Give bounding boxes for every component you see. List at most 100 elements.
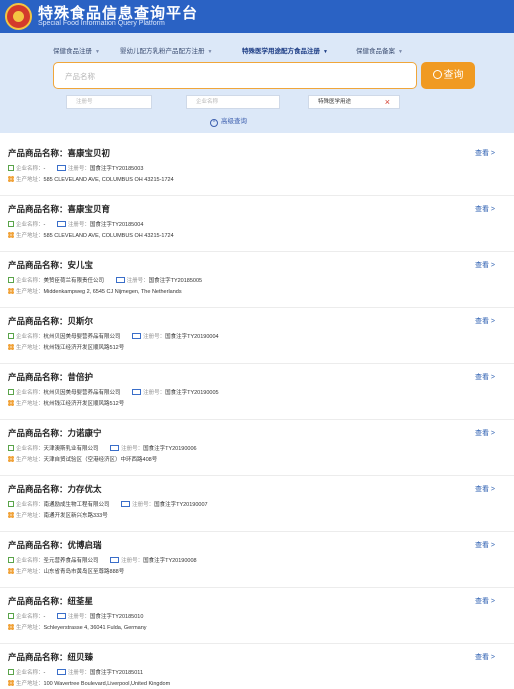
- company-value: 南通励成生物工程有限公司: [43, 502, 110, 508]
- registration-icon: [121, 501, 131, 507]
- list-item: 产品商品名称：喜康宝贝初 查看 > 企业名称：- 注册号：国食注字TY20185…: [0, 141, 514, 196]
- product-type-select[interactable]: 特殊医学用途 ×: [308, 95, 400, 109]
- clear-icon[interactable]: ×: [385, 96, 390, 108]
- company-value: 杭州贝因美母婴营养品有限公司: [43, 390, 121, 396]
- registration-value: 国食注字TY20190005: [165, 390, 219, 396]
- company-icon: [8, 165, 14, 171]
- list-item: 产品商品名称：安儿宝 查看 > 企业名称：美赞臣荷兰有限责任公司 注册号：国食注…: [0, 253, 514, 308]
- address-value: 100 Wavertree Boulevard,Liverpool,United…: [43, 681, 171, 687]
- address-icon: [8, 568, 14, 574]
- search-button[interactable]: 查询: [421, 62, 475, 89]
- address-value: 585 CLEVELAND AVE, COLUMBUS OH 43215-172…: [43, 233, 174, 239]
- product-name-input[interactable]: 产品名称: [53, 62, 417, 89]
- address-icon: [8, 680, 14, 686]
- company-value: -: [43, 166, 46, 172]
- registration-value: 国食注字TY20185011: [89, 670, 143, 676]
- address-value: Schleyerstrasse 4, 36041 Fulda, Germany: [43, 625, 147, 631]
- page-subtitle: Special Food Information Query Platform: [38, 20, 165, 27]
- product-name: 产品商品名称：力诺康宁: [8, 428, 102, 438]
- address-icon: [8, 400, 14, 406]
- view-link[interactable]: 查看 >: [475, 484, 495, 494]
- chevron-up-icon: ^: [210, 119, 218, 127]
- registration-value: 国食注字TY20185005: [148, 278, 203, 284]
- product-name: 产品商品名称：力存优太: [8, 484, 102, 494]
- company-value: -: [43, 222, 46, 228]
- registration-icon: [56, 613, 66, 619]
- address-value: 杭州钱江经济开发区顺风路512号: [43, 401, 125, 407]
- company-icon: [8, 277, 14, 283]
- address-icon: [8, 624, 14, 630]
- view-link[interactable]: 查看 >: [475, 148, 495, 158]
- list-item: 产品商品名称：喜康宝贝育 查看 > 企业名称：- 注册号：国食注字TY20185…: [0, 197, 514, 252]
- address-icon: [8, 512, 14, 518]
- product-name: 产品商品名称：贝斯尔: [8, 316, 94, 326]
- view-link[interactable]: 查看 >: [475, 260, 495, 270]
- search-panel: 保健食品注册 ▼ 婴幼儿配方乳粉产品配方注册 ▼ 特殊医学用途配方食品注册 ▼ 保健食…: [0, 33, 514, 133]
- registration-number-input[interactable]: 注册号: [66, 95, 152, 109]
- view-link[interactable]: 查看 >: [475, 204, 495, 214]
- list-item: 产品商品名称：纽荃星 查看 > 企业名称：- 注册号：国食注字TY2018501…: [0, 589, 514, 644]
- registration-icon: [56, 165, 66, 171]
- address-value: 山东省青岛市黄岛区至尊路888号: [43, 569, 125, 575]
- company-value: 杭州贝因美母婴营养品有限公司: [43, 334, 121, 340]
- registration-value: 国食注字TY20185003: [89, 166, 144, 172]
- advanced-search-toggle[interactable]: ^ 高级查询: [210, 115, 247, 127]
- address-value: Middenkampweg 2, 6545 CJ Nijmegen, The N…: [43, 289, 182, 295]
- view-link[interactable]: 查看 >: [475, 652, 495, 662]
- product-name: 产品商品名称：纽贝臻: [8, 652, 94, 662]
- registration-value: 国食注字TY20185004: [89, 222, 144, 228]
- company-value: 圣元营养食品有限公司: [43, 558, 99, 564]
- address-icon: [8, 176, 14, 182]
- company-icon: [8, 333, 14, 339]
- list-item: 产品商品名称：贝斯尔 查看 > 企业名称：杭州贝因美母婴营养品有限公司 注册号：…: [0, 309, 514, 364]
- address-icon: [8, 344, 14, 350]
- list-item: 产品商品名称：昔倍护 查看 > 企业名称：杭州贝因美母婴营养品有限公司 注册号：…: [0, 365, 514, 420]
- product-name: 产品商品名称：优博启瑞: [8, 540, 102, 550]
- list-item: 产品商品名称：力诺康宁 查看 > 企业名称：天津澳斯乳业有限公司 注册号：国食注…: [0, 421, 514, 476]
- view-link[interactable]: 查看 >: [475, 372, 495, 382]
- registration-icon: [132, 389, 142, 395]
- address-icon: [8, 232, 14, 238]
- company-value: -: [43, 670, 46, 676]
- platform-logo-icon: [5, 3, 32, 30]
- list-item: 产品商品名称：纽贝臻 查看 > 企业名称：- 注册号：国食注字TY2018501…: [8, 652, 495, 687]
- view-link[interactable]: 查看 >: [475, 428, 495, 438]
- tab-health-food-registration[interactable]: 保健食品注册 ▼: [53, 45, 100, 55]
- view-link[interactable]: 查看 >: [475, 596, 495, 606]
- product-name: 产品商品名称：喜康宝贝育: [8, 204, 111, 214]
- company-icon: [8, 445, 14, 451]
- company-icon: [8, 613, 14, 619]
- registration-icon: [56, 221, 66, 227]
- address-icon: [8, 456, 14, 462]
- view-link[interactable]: 查看 >: [475, 316, 495, 326]
- registration-value: 国食注字TY20190008: [143, 558, 197, 564]
- company-value: 美赞臣荷兰有限责任公司: [43, 278, 105, 284]
- tab-infant-formula-registration[interactable]: 婴幼儿配方乳粉产品配方注册 ▼: [120, 45, 212, 55]
- registration-value: 国食注字TY20190004: [165, 334, 219, 340]
- address-value: 杭州钱江经济开发区顺风路512号: [43, 345, 125, 351]
- list-item: 产品商品名称：力存优太 查看 > 企业名称：南通励成生物工程有限公司 注册号：国…: [0, 477, 514, 532]
- registration-value: 国食注字TY20190007: [154, 502, 208, 508]
- address-value: 南通开发区新兴东路333号: [43, 513, 108, 519]
- company-name-input[interactable]: 企业名称: [186, 95, 280, 109]
- tab-special-medical-food-registration[interactable]: 特殊医学用途配方食品注册 ▼: [242, 45, 328, 55]
- registration-value: 国食注字TY20185010: [89, 614, 144, 620]
- product-name: 产品商品名称：昔倍护: [8, 372, 94, 382]
- company-value: 天津澳斯乳业有限公司: [43, 446, 99, 452]
- product-name: 产品商品名称：安儿宝: [8, 260, 94, 270]
- company-icon: [8, 389, 14, 395]
- registration-icon: [56, 669, 66, 675]
- tab-health-food-filing[interactable]: 保健食品备案 ▼: [356, 45, 403, 55]
- address-icon: [8, 288, 14, 294]
- company-value: -: [43, 614, 46, 620]
- registration-icon: [115, 277, 125, 283]
- address-value: 585 CLEVELAND AVE, COLUMBUS OH 43215-172…: [43, 177, 174, 183]
- search-icon: [432, 70, 442, 79]
- product-name: 产品商品名称：喜康宝贝初: [8, 148, 111, 158]
- registration-value: 国食注字TY20190006: [143, 446, 197, 452]
- address-value: 天津自贸试验区（空港经济区）中环西路408号: [43, 457, 158, 463]
- company-icon: [8, 557, 14, 563]
- list-item: 产品商品名称：优博启瑞 查看 > 企业名称：圣元营养食品有限公司 注册号：国食注…: [0, 533, 514, 588]
- view-link[interactable]: 查看 >: [475, 540, 495, 550]
- company-icon: [8, 221, 14, 227]
